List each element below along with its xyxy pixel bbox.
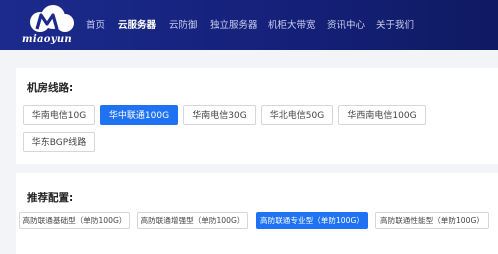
nav-item-about-us[interactable]: 关于我们 bbox=[376, 17, 414, 31]
brand-name: miaoyun bbox=[22, 34, 72, 45]
nav-item-home[interactable]: 首页 bbox=[86, 17, 105, 31]
config-option-basic[interactable]: 高防联通基础型（单防100G） bbox=[19, 212, 130, 229]
nav-item-cloud-defense[interactable]: 云防御 bbox=[169, 17, 198, 31]
route-option-central-unicom-100g[interactable]: 华中联通100G bbox=[100, 105, 178, 125]
recommended-config-panel: 推荐配置: 高防联通基础型（单防100G） 高防联通增强型（单防100G） 高防… bbox=[16, 173, 498, 254]
nav-item-cloud-server[interactable]: 云服务器 bbox=[118, 17, 156, 31]
nav-item-dedicated-server[interactable]: 独立服务器 bbox=[210, 17, 258, 31]
config-section-title: 推荐配置: bbox=[27, 192, 74, 204]
config-option-professional[interactable]: 高防联通专业型（单防100G） bbox=[256, 212, 368, 229]
route-option-south-telecom-10g[interactable]: 华南电信10G bbox=[23, 105, 95, 125]
route-option-south-telecom-30g[interactable]: 华南电信30G bbox=[183, 105, 256, 125]
nav-item-cabinet-bandwidth[interactable]: 机柜大带宽 bbox=[268, 17, 316, 31]
route-selection-panel: 机房线路: 华南电信10G 华中联通100G 华南电信30G 华北电信50G 华… bbox=[16, 68, 498, 164]
brand-logo[interactable]: miaoyun bbox=[22, 5, 82, 47]
config-option-enhanced[interactable]: 高防联通增强型（单防100G） bbox=[137, 212, 248, 229]
top-navigation-bar: miaoyun 首页 云服务器 云防御 独立服务器 机柜大带宽 资讯中心 关于我… bbox=[0, 0, 498, 50]
route-section-title: 机房线路: bbox=[27, 82, 74, 94]
cloud-m-logo-icon bbox=[30, 5, 74, 32]
route-option-east-bgp[interactable]: 华东BGP线路 bbox=[23, 132, 95, 152]
route-option-southwest-telecom-100g[interactable]: 华西南电信100G bbox=[338, 105, 426, 125]
config-option-performance[interactable]: 高防联通性能型（单防100G） bbox=[375, 212, 489, 229]
route-option-north-telecom-50g[interactable]: 华北电信50G bbox=[261, 105, 333, 125]
nav-item-news-center[interactable]: 资讯中心 bbox=[327, 17, 365, 31]
